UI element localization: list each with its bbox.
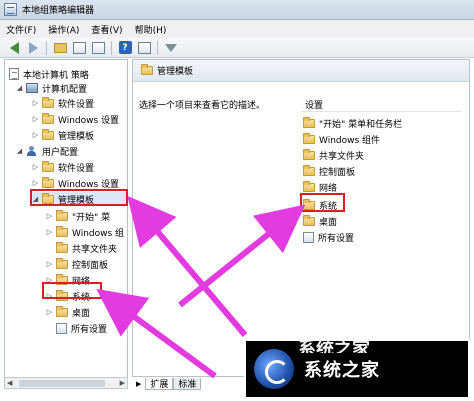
watermark-ghost-text: 系统之家	[298, 341, 370, 353]
arrow-to-system-tree	[96, 288, 217, 379]
watermark-banner: 系统之家 系统之家	[244, 339, 470, 399]
arrow-to-admin-templates	[127, 195, 248, 337]
arrow-to-system-list	[178, 204, 306, 308]
watermark-logo-icon	[254, 349, 294, 389]
watermark-text: 系统之家	[304, 360, 380, 381]
